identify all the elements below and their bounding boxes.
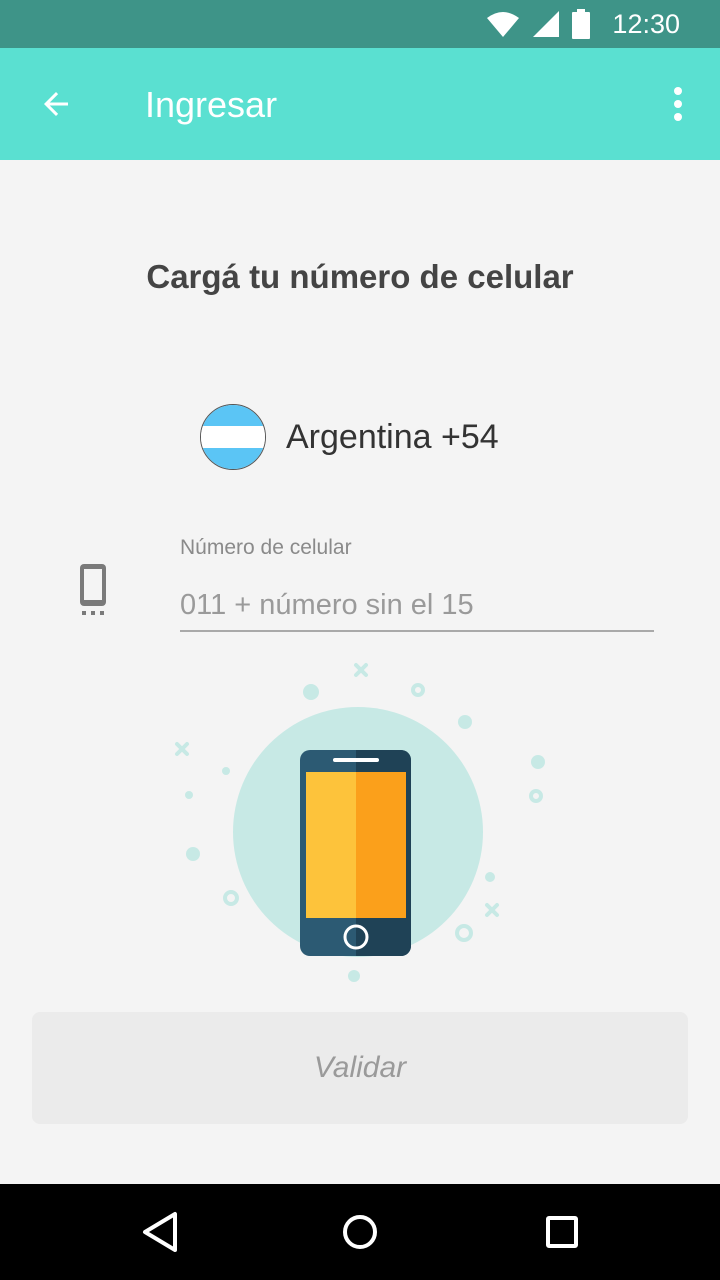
argentina-flag-icon (200, 404, 266, 470)
page-title: Ingresar (145, 84, 278, 125)
recents-square-icon (546, 1216, 578, 1248)
phone-number-input[interactable] (180, 580, 654, 632)
wifi-icon (487, 12, 520, 37)
more-vert-icon (674, 87, 682, 121)
country-selector[interactable]: Argentina +54 (200, 404, 499, 470)
arrow-back-icon (44, 92, 68, 116)
home-circle-icon (343, 1215, 377, 1249)
headline: Cargá tu número de celular (146, 258, 574, 295)
status-icons: 12:30 (486, 0, 680, 48)
cell-signal-icon (533, 11, 560, 37)
country-label: Argentina +54 (286, 417, 499, 456)
nav-home-button[interactable] (332, 1204, 388, 1260)
back-triangle-icon (143, 1212, 177, 1252)
phone-number-label: Número de celular (180, 536, 352, 559)
overflow-menu-button[interactable] (656, 76, 700, 132)
navigation-bar (0, 1184, 720, 1280)
back-button[interactable] (28, 76, 84, 132)
status-time: 12:30 (612, 8, 680, 39)
phone-illustration (175, 663, 545, 982)
app-bar: Ingresar (0, 48, 720, 160)
phone-number-field: Número de celular (180, 536, 654, 636)
validate-button[interactable]: Validar (32, 1012, 688, 1124)
nav-recents-button[interactable] (534, 1204, 590, 1260)
battery-icon (572, 9, 591, 39)
nav-back-button[interactable] (132, 1204, 188, 1260)
smartphone-icon (72, 562, 114, 618)
status-bar: 12:30 (0, 0, 720, 48)
